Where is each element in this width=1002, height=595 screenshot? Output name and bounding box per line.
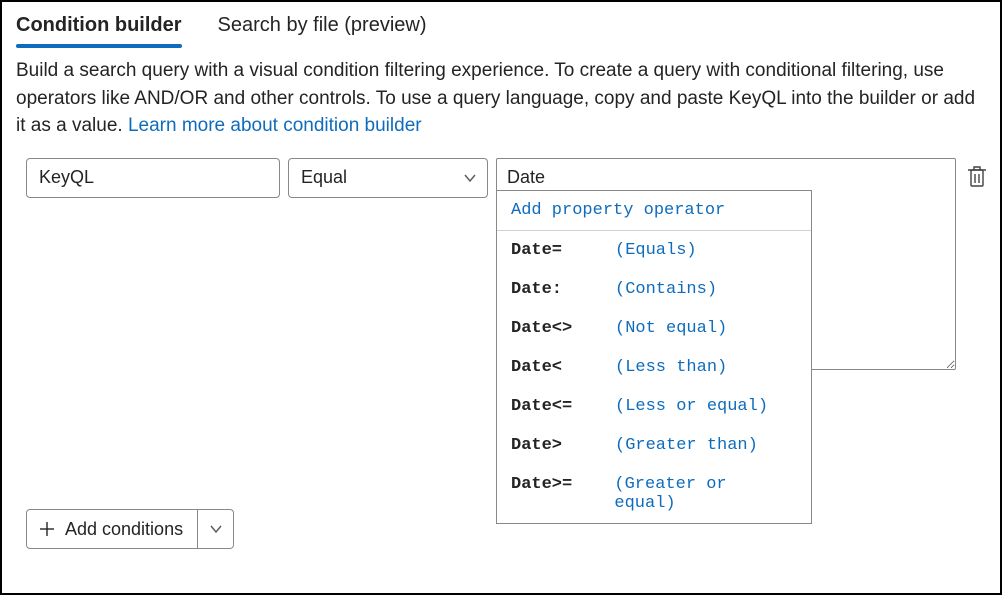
add-conditions-label: Add conditions (65, 519, 183, 540)
suggestion-label: (Contains) (615, 280, 717, 299)
add-conditions-caret[interactable] (198, 509, 234, 549)
suggestion-item[interactable]: Date> (Greater than) (497, 426, 811, 465)
condition-row: Equal Add property operator Date= (Equal… (26, 158, 988, 375)
suggestion-label: (Equals) (615, 241, 697, 260)
operator-select[interactable]: Equal (288, 158, 488, 198)
suggestion-label: (Less than) (615, 358, 727, 377)
suggestion-operator: Date: (511, 280, 615, 299)
suggestion-operator: Date= (511, 241, 615, 260)
suggestion-label: (Not equal) (615, 319, 727, 338)
condition-builder-panel: Condition builder Search by file (previe… (0, 0, 1002, 595)
learn-more-link[interactable]: Learn more about condition builder (128, 115, 422, 136)
suggestion-label: (Greater than) (615, 436, 758, 455)
tab-strip: Condition builder Search by file (previe… (14, 10, 988, 49)
plus-icon (39, 521, 55, 537)
add-conditions-split-button: Add conditions (26, 509, 234, 549)
suggestion-item[interactable]: Date<> (Not equal) (497, 309, 811, 348)
suggestions-popup: Add property operator Date= (Equals) Dat… (496, 190, 812, 524)
add-conditions-button[interactable]: Add conditions (26, 509, 198, 549)
suggestion-label: (Greater or equal) (614, 475, 797, 513)
keyql-wrap: Add property operator Date= (Equals) Dat… (496, 158, 956, 375)
suggestion-item[interactable]: Date< (Less than) (497, 348, 811, 387)
tab-condition-builder[interactable]: Condition builder (16, 10, 182, 47)
suggestion-item[interactable]: Date: (Contains) (497, 270, 811, 309)
description-text: Build a search query with a visual condi… (16, 57, 986, 140)
trash-icon[interactable] (966, 164, 988, 190)
suggestion-item[interactable]: Date<= (Less or equal) (497, 387, 811, 426)
suggestion-operator: Date> (511, 436, 615, 455)
suggestion-operator: Date< (511, 358, 615, 377)
field-input[interactable] (26, 158, 280, 198)
tab-search-by-file[interactable]: Search by file (preview) (218, 10, 427, 47)
suggestion-operator: Date<= (511, 397, 615, 416)
suggestions-header[interactable]: Add property operator (497, 191, 811, 231)
suggestion-operator: Date<> (511, 319, 615, 338)
suggestion-item[interactable]: Date>= (Greater or equal) (497, 465, 811, 523)
suggestion-operator: Date>= (511, 475, 614, 494)
operator-value: Equal (301, 167, 347, 188)
suggestion-item[interactable]: Date= (Equals) (497, 231, 811, 270)
chevron-down-icon (209, 522, 223, 536)
chevron-down-icon (463, 171, 477, 185)
suggestion-label: (Less or equal) (615, 397, 768, 416)
